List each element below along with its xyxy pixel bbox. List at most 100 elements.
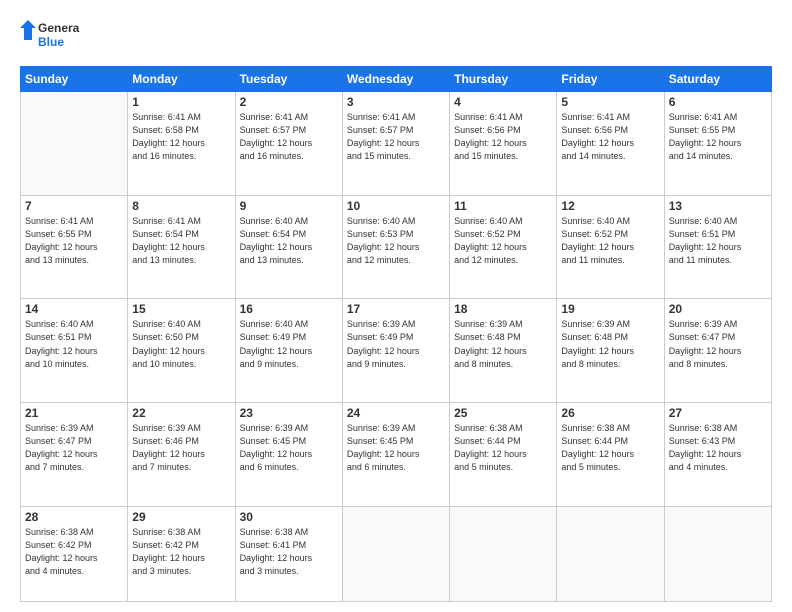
- day-info: Sunrise: 6:41 AMSunset: 6:56 PMDaylight:…: [454, 111, 552, 163]
- day-number: 5: [561, 95, 659, 109]
- logo-svg: General Blue: [20, 16, 80, 56]
- day-info: Sunrise: 6:39 AMSunset: 6:46 PMDaylight:…: [132, 422, 230, 474]
- day-info: Sunrise: 6:40 AMSunset: 6:51 PMDaylight:…: [25, 318, 123, 370]
- day-number: 26: [561, 406, 659, 420]
- day-info: Sunrise: 6:40 AMSunset: 6:50 PMDaylight:…: [132, 318, 230, 370]
- day-cell: 10Sunrise: 6:40 AMSunset: 6:53 PMDayligh…: [342, 195, 449, 299]
- day-info: Sunrise: 6:40 AMSunset: 6:51 PMDaylight:…: [669, 215, 767, 267]
- day-number: 6: [669, 95, 767, 109]
- day-number: 14: [25, 302, 123, 316]
- day-cell: 19Sunrise: 6:39 AMSunset: 6:48 PMDayligh…: [557, 299, 664, 403]
- day-number: 18: [454, 302, 552, 316]
- day-info: Sunrise: 6:39 AMSunset: 6:48 PMDaylight:…: [561, 318, 659, 370]
- day-number: 7: [25, 199, 123, 213]
- week-row-2: 7 Sunrise: 6:41 AMSunset: 6:55 PMDaylight…: [21, 195, 772, 299]
- day-number: 13: [669, 199, 767, 213]
- day-info: Sunrise: 6:39 AMSunset: 6:48 PMDaylight:…: [454, 318, 552, 370]
- day-cell: 11 Sunrise: 6:40 AMSunset: 6:52 PMDayligh…: [450, 195, 557, 299]
- day-number: 11: [454, 199, 552, 213]
- day-number: 21: [25, 406, 123, 420]
- weekday-header-tuesday: Tuesday: [235, 67, 342, 92]
- day-cell: 24 Sunrise: 6:39 AMSunset: 6:45 PMDayligh…: [342, 403, 449, 507]
- day-cell: 25Sunrise: 6:38 AMSunset: 6:44 PMDayligh…: [450, 403, 557, 507]
- day-info: Sunrise: 6:41 AMSunset: 6:54 PMDaylight:…: [132, 215, 230, 267]
- day-cell: 9Sunrise: 6:40 AMSunset: 6:54 PMDaylight…: [235, 195, 342, 299]
- day-number: 24: [347, 406, 445, 420]
- day-number: 27: [669, 406, 767, 420]
- day-cell: [664, 506, 771, 601]
- day-info: Sunrise: 6:41 AMSunset: 6:58 PMDaylight:…: [132, 111, 230, 163]
- day-info: Sunrise: 6:40 AMSunset: 6:52 PMDaylight:…: [454, 215, 552, 267]
- day-cell: 22 Sunrise: 6:39 AMSunset: 6:46 PMDayligh…: [128, 403, 235, 507]
- week-row-5: 28 Sunrise: 6:38 AMSunset: 6:42 PMDayligh…: [21, 506, 772, 601]
- day-info: Sunrise: 6:38 AMSunset: 6:44 PMDaylight:…: [454, 422, 552, 474]
- day-info: Sunrise: 6:39 AMSunset: 6:47 PMDaylight:…: [669, 318, 767, 370]
- day-cell: 15 Sunrise: 6:40 AMSunset: 6:50 PMDayligh…: [128, 299, 235, 403]
- day-cell: 28 Sunrise: 6:38 AMSunset: 6:42 PMDayligh…: [21, 506, 128, 601]
- day-cell: 13 Sunrise: 6:40 AMSunset: 6:51 PMDayligh…: [664, 195, 771, 299]
- day-number: 3: [347, 95, 445, 109]
- day-number: 8: [132, 199, 230, 213]
- day-cell: 3 Sunrise: 6:41 AMSunset: 6:57 PMDaylight…: [342, 92, 449, 196]
- day-number: 12: [561, 199, 659, 213]
- day-number: 2: [240, 95, 338, 109]
- header: General Blue: [20, 16, 772, 56]
- day-info: Sunrise: 6:39 AMSunset: 6:49 PMDaylight:…: [347, 318, 445, 370]
- day-cell: 18 Sunrise: 6:39 AMSunset: 6:48 PMDayligh…: [450, 299, 557, 403]
- day-cell: [557, 506, 664, 601]
- week-row-3: 14 Sunrise: 6:40 AMSunset: 6:51 PMDayligh…: [21, 299, 772, 403]
- day-cell: [450, 506, 557, 601]
- day-number: 9: [240, 199, 338, 213]
- day-number: 17: [347, 302, 445, 316]
- week-row-4: 21 Sunrise: 6:39 AMSunset: 6:47 PMDayligh…: [21, 403, 772, 507]
- day-number: 1: [132, 95, 230, 109]
- day-cell: [21, 92, 128, 196]
- day-number: 22: [132, 406, 230, 420]
- day-number: 10: [347, 199, 445, 213]
- day-number: 4: [454, 95, 552, 109]
- day-cell: 20 Sunrise: 6:39 AMSunset: 6:47 PMDayligh…: [664, 299, 771, 403]
- day-cell: 26 Sunrise: 6:38 AMSunset: 6:44 PMDayligh…: [557, 403, 664, 507]
- day-info: Sunrise: 6:38 AMSunset: 6:41 PMDaylight:…: [240, 526, 338, 578]
- day-info: Sunrise: 6:40 AMSunset: 6:52 PMDaylight:…: [561, 215, 659, 267]
- day-number: 20: [669, 302, 767, 316]
- calendar-table: SundayMondayTuesdayWednesdayThursdayFrid…: [20, 66, 772, 602]
- day-cell: 6 Sunrise: 6:41 AMSunset: 6:55 PMDaylight…: [664, 92, 771, 196]
- svg-text:General: General: [38, 21, 80, 35]
- day-cell: 12 Sunrise: 6:40 AMSunset: 6:52 PMDayligh…: [557, 195, 664, 299]
- day-info: Sunrise: 6:41 AMSunset: 6:55 PMDaylight:…: [669, 111, 767, 163]
- weekday-header-sunday: Sunday: [21, 67, 128, 92]
- day-cell: [342, 506, 449, 601]
- day-cell: 16 Sunrise: 6:40 AMSunset: 6:49 PMDayligh…: [235, 299, 342, 403]
- day-cell: 5 Sunrise: 6:41 AMSunset: 6:56 PMDaylight…: [557, 92, 664, 196]
- weekday-header-friday: Friday: [557, 67, 664, 92]
- day-info: Sunrise: 6:40 AMSunset: 6:49 PMDaylight:…: [240, 318, 338, 370]
- day-cell: 4 Sunrise: 6:41 AMSunset: 6:56 PMDaylight…: [450, 92, 557, 196]
- svg-text:Blue: Blue: [38, 35, 64, 49]
- day-cell: 7 Sunrise: 6:41 AMSunset: 6:55 PMDaylight…: [21, 195, 128, 299]
- day-cell: 2Sunrise: 6:41 AMSunset: 6:57 PMDaylight…: [235, 92, 342, 196]
- day-info: Sunrise: 6:38 AMSunset: 6:42 PMDaylight:…: [132, 526, 230, 578]
- week-row-1: 1 Sunrise: 6:41 AMSunset: 6:58 PMDaylight…: [21, 92, 772, 196]
- day-cell: 14 Sunrise: 6:40 AMSunset: 6:51 PMDayligh…: [21, 299, 128, 403]
- day-info: Sunrise: 6:38 AMSunset: 6:44 PMDaylight:…: [561, 422, 659, 474]
- day-number: 23: [240, 406, 338, 420]
- weekday-header-saturday: Saturday: [664, 67, 771, 92]
- day-info: Sunrise: 6:41 AMSunset: 6:56 PMDaylight:…: [561, 111, 659, 163]
- day-number: 16: [240, 302, 338, 316]
- day-number: 28: [25, 510, 123, 524]
- day-cell: 17 Sunrise: 6:39 AMSunset: 6:49 PMDayligh…: [342, 299, 449, 403]
- day-info: Sunrise: 6:41 AMSunset: 6:55 PMDaylight:…: [25, 215, 123, 267]
- day-cell: 30Sunrise: 6:38 AMSunset: 6:41 PMDayligh…: [235, 506, 342, 601]
- day-number: 15: [132, 302, 230, 316]
- weekday-header-wednesday: Wednesday: [342, 67, 449, 92]
- logo: General Blue: [20, 16, 80, 56]
- weekday-header-monday: Monday: [128, 67, 235, 92]
- day-cell: 8 Sunrise: 6:41 AMSunset: 6:54 PMDaylight…: [128, 195, 235, 299]
- day-info: Sunrise: 6:39 AMSunset: 6:47 PMDaylight:…: [25, 422, 123, 474]
- page: General Blue SundayMondayTuesdayWednesda…: [0, 0, 792, 612]
- day-info: Sunrise: 6:39 AMSunset: 6:45 PMDaylight:…: [347, 422, 445, 474]
- weekday-header-row: SundayMondayTuesdayWednesdayThursdayFrid…: [21, 67, 772, 92]
- day-info: Sunrise: 6:38 AMSunset: 6:42 PMDaylight:…: [25, 526, 123, 578]
- day-info: Sunrise: 6:41 AMSunset: 6:57 PMDaylight:…: [347, 111, 445, 163]
